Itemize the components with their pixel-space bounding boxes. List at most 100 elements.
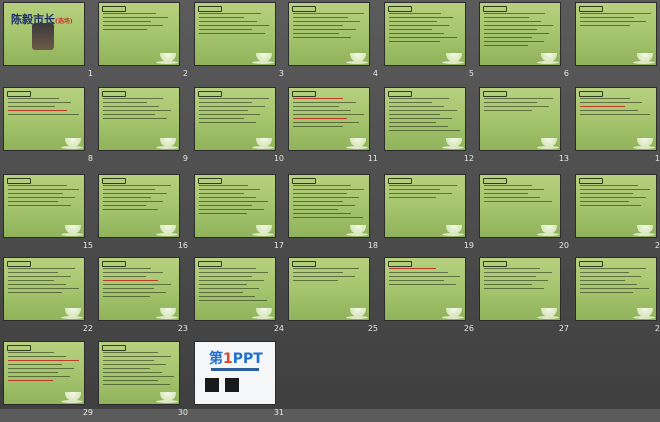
slide-thumbnail[interactable]: 23 xyxy=(99,258,194,338)
slide-thumbnail[interactable]: 陈毅市长(选场)1 xyxy=(4,3,99,83)
slide-header-box xyxy=(7,91,31,97)
text-line xyxy=(199,213,247,214)
text-line xyxy=(389,268,436,269)
qr-code-image xyxy=(225,378,239,392)
text-line xyxy=(199,29,252,30)
text-line xyxy=(484,106,549,107)
slide-text-lines xyxy=(484,268,556,292)
text-line xyxy=(389,102,432,103)
text-line xyxy=(103,118,167,119)
slide-thumbnail[interactable]: 9 xyxy=(99,88,194,168)
slide-thumbnail[interactable]: 13 xyxy=(480,88,575,168)
slide-text-lines xyxy=(484,185,556,205)
slide-thumbnail[interactable]: 20 xyxy=(480,175,575,255)
text-line xyxy=(484,45,528,46)
text-line xyxy=(103,209,158,210)
text-line xyxy=(293,193,347,194)
slide-preview xyxy=(576,3,656,65)
slide-preview xyxy=(385,258,465,320)
text-line xyxy=(103,360,154,361)
slide-thumbnail[interactable]: 19 xyxy=(385,175,480,255)
slide-thumbnail[interactable]: 11 xyxy=(289,88,384,168)
slide-number: 2 xyxy=(183,69,188,78)
text-line xyxy=(293,29,356,30)
slide-thumbnail[interactable]: 16 xyxy=(99,175,194,255)
slide-text-lines xyxy=(293,13,365,41)
slide-text-lines xyxy=(103,185,175,213)
slide-thumbnail[interactable]: 14 xyxy=(576,88,660,168)
text-line xyxy=(293,122,359,123)
slide-text-lines xyxy=(103,352,175,388)
text-line xyxy=(484,110,532,111)
slide-thumbnail[interactable]: 8 xyxy=(4,88,99,168)
slide-thumbnail[interactable]: 24 xyxy=(195,258,290,338)
slide-text-lines xyxy=(199,268,271,304)
slide-header-box xyxy=(483,261,507,267)
text-line xyxy=(389,106,444,107)
text-line xyxy=(8,288,79,289)
slide-header-box xyxy=(198,178,222,184)
text-line xyxy=(484,268,540,269)
text-line xyxy=(484,13,545,14)
slide-thumbnail[interactable]: 15 xyxy=(4,175,99,255)
slide-thumbnail[interactable]: 3 xyxy=(195,3,290,83)
slide-thumbnail[interactable]: 4 xyxy=(289,3,384,83)
text-line xyxy=(389,13,441,14)
slide-number: 1 xyxy=(88,69,93,78)
slide-thumbnail[interactable]: 第1PPT31 xyxy=(195,342,290,422)
text-line xyxy=(199,209,264,210)
slide-thumbnail[interactable]: 25 xyxy=(289,258,384,338)
slide-header-box xyxy=(388,261,412,267)
slide-thumbnail[interactable]: 17 xyxy=(195,175,290,255)
text-line xyxy=(580,280,625,281)
text-line xyxy=(484,29,537,30)
slide-header-box xyxy=(292,91,316,97)
slide-thumbnail[interactable]: 10 xyxy=(195,88,290,168)
text-line xyxy=(484,37,532,38)
text-line xyxy=(484,288,544,289)
text-line xyxy=(103,102,147,103)
slide-thumbnail[interactable]: 6 xyxy=(480,3,575,83)
slide-thumbnail[interactable]: 29 xyxy=(4,342,99,422)
slide-number: 14 xyxy=(655,154,660,163)
text-line xyxy=(293,213,351,214)
text-line xyxy=(293,21,360,22)
slide-header-box xyxy=(198,91,222,97)
text-line xyxy=(580,110,638,111)
slide-preview xyxy=(4,88,84,150)
text-line xyxy=(293,276,355,277)
slide-thumbnail[interactable]: 30 xyxy=(99,342,194,422)
slide-number: 10 xyxy=(274,154,284,163)
text-line xyxy=(103,185,171,186)
slide-thumbnail[interactable]: 5 xyxy=(385,3,480,83)
slide-text-lines xyxy=(389,98,461,134)
text-line xyxy=(8,114,79,115)
text-line xyxy=(8,376,70,377)
text-line xyxy=(199,122,256,123)
slide-thumbnail[interactable]: 22 xyxy=(4,258,99,338)
text-line xyxy=(293,272,343,273)
slide-thumbnail[interactable]: 27 xyxy=(480,258,575,338)
text-line xyxy=(103,284,171,285)
slide-number: 8 xyxy=(88,154,93,163)
slide-number: 12 xyxy=(464,154,474,163)
slide-thumbnail[interactable]: 2 xyxy=(99,3,194,83)
slide-thumbnail[interactable]: 18 xyxy=(289,175,384,255)
slide-thumbnail[interactable]: 28 xyxy=(576,258,660,338)
slide-preview xyxy=(385,88,465,150)
text-line xyxy=(293,268,359,269)
text-line xyxy=(293,13,364,14)
slide-thumbnail[interactable]: 26 xyxy=(385,258,480,338)
slide-preview xyxy=(99,88,179,150)
text-line xyxy=(199,118,244,119)
slide-thumbnail[interactable]: 7 xyxy=(576,3,660,83)
text-line xyxy=(580,102,642,103)
slide-header-box xyxy=(292,6,316,12)
slide-thumbnail[interactable]: 21 xyxy=(576,175,660,255)
slide-text-lines xyxy=(8,185,80,209)
text-line xyxy=(580,284,637,285)
slide-thumbnail[interactable]: 12 xyxy=(385,88,480,168)
slide-text-lines xyxy=(199,13,271,37)
text-line xyxy=(8,102,71,103)
logo-number: 1 xyxy=(223,351,233,367)
